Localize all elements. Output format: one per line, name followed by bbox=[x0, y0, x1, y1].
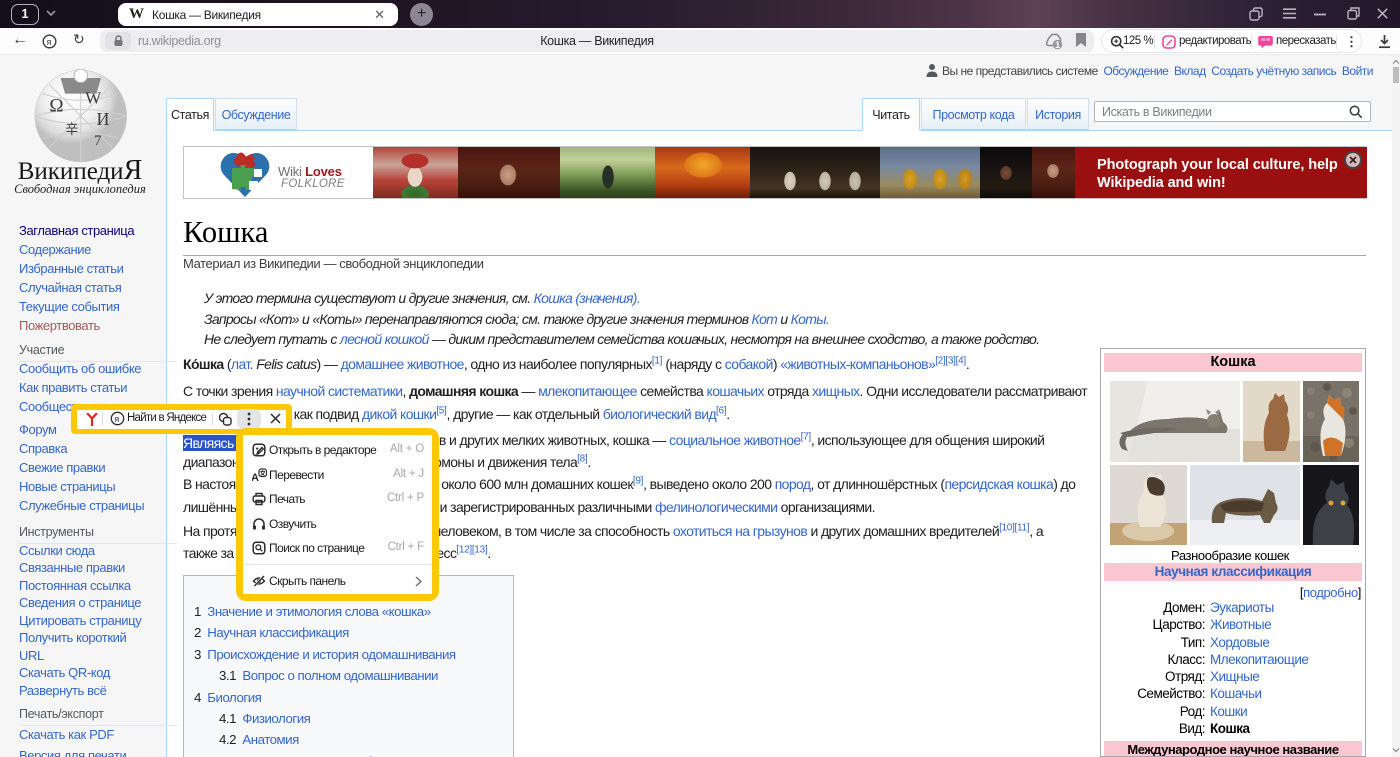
svg-text:7: 7 bbox=[94, 133, 101, 149]
svg-text:1: 1 bbox=[1055, 40, 1060, 50]
svg-text:Ω: Ω bbox=[49, 96, 63, 117]
svg-text:я: я bbox=[47, 37, 52, 47]
svg-text:“: “ bbox=[1261, 37, 1265, 47]
svg-text:辛: 辛 bbox=[65, 122, 78, 137]
svg-text:W: W bbox=[85, 89, 101, 108]
svg-text:A: A bbox=[252, 472, 259, 482]
svg-text:И: И bbox=[96, 109, 109, 129]
svg-text:“: “ bbox=[1266, 37, 1270, 47]
svg-text:я: я bbox=[114, 414, 119, 424]
